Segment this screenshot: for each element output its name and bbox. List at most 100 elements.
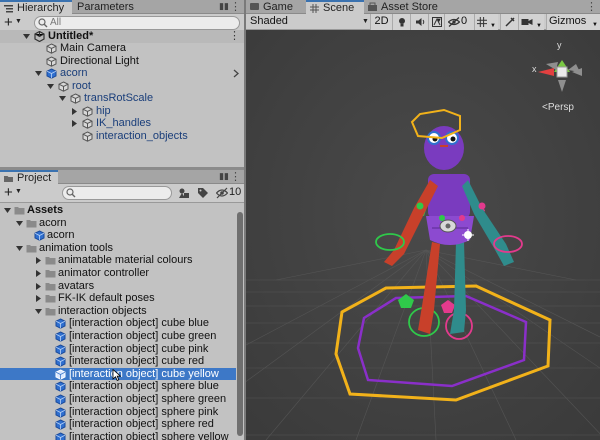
folder-icon bbox=[45, 257, 56, 265]
grid-toggle-button[interactable]: ▼ bbox=[474, 14, 498, 30]
expand-arrow-icon[interactable] bbox=[15, 219, 24, 228]
project-scrollbar[interactable] bbox=[236, 204, 244, 440]
collapse-arrow-icon[interactable] bbox=[34, 294, 43, 303]
project-row-prefab[interactable]: [interaction object] sphere red bbox=[0, 418, 236, 431]
collapse-arrow-icon[interactable] bbox=[70, 107, 79, 116]
hidden-objects-button[interactable]: 0 bbox=[444, 14, 474, 30]
gizmo-center-cube[interactable] bbox=[556, 66, 568, 78]
collapse-arrow-icon[interactable] bbox=[70, 119, 79, 128]
gizmos-label: Gizmos bbox=[549, 15, 587, 27]
project-row-prefab[interactable]: [interaction object] cube pink bbox=[0, 343, 236, 356]
project-item-label: [interaction object] cube blue bbox=[69, 317, 210, 330]
scene-menu-icon[interactable]: ⋮ bbox=[229, 30, 240, 43]
expand-arrow-icon[interactable] bbox=[34, 307, 43, 316]
hierarchy-row-hip[interactable]: hip bbox=[0, 105, 244, 118]
project-row-avatars[interactable]: avatars bbox=[0, 280, 236, 293]
project-row-fk-ik-default-poses[interactable]: FK-IK default poses bbox=[0, 292, 236, 305]
menu-icon[interactable]: ⋮ bbox=[586, 0, 597, 13]
more-icon[interactable]: ▮▮ bbox=[219, 171, 229, 182]
wrench-icon bbox=[504, 17, 515, 27]
y-axis-label: y bbox=[557, 40, 562, 50]
tab-hierarchy[interactable]: Hierarchy bbox=[0, 0, 72, 14]
shading-mode-dropdown[interactable]: Shaded bbox=[250, 14, 288, 30]
menu-icon[interactable]: ⋮ bbox=[230, 0, 241, 13]
project-row-animation-tools[interactable]: animation tools bbox=[0, 242, 236, 255]
project-row-prefab[interactable]: [interaction object] cube red bbox=[0, 355, 236, 368]
effects-dropdown-arrow-icon[interactable]: ▼ bbox=[436, 18, 442, 24]
project-row-prefab-selected[interactable]: [interaction object] cube yellow bbox=[0, 367, 236, 381]
project-row-assets[interactable]: Assets bbox=[0, 204, 236, 217]
gameobject-cube-icon bbox=[46, 43, 57, 54]
right-pupil bbox=[450, 136, 456, 142]
tab-project[interactable]: Project bbox=[0, 170, 58, 184]
project-item-label: Assets bbox=[27, 204, 64, 216]
2d-toggle-button[interactable]: 2D bbox=[370, 14, 392, 30]
chevron-right-icon[interactable] bbox=[232, 69, 240, 78]
add-dropdown-icon[interactable]: ▼ bbox=[15, 188, 22, 195]
hierarchy-row-transrotscale[interactable]: transRotScale bbox=[0, 92, 244, 105]
camera-button[interactable]: ▼ bbox=[518, 14, 544, 30]
scrollbar-thumb[interactable] bbox=[237, 212, 243, 436]
tab-parameters[interactable]: Parameters bbox=[72, 0, 144, 14]
camera-icon bbox=[521, 19, 533, 25]
project-item-label: avatars bbox=[58, 279, 95, 292]
collapse-arrow-icon[interactable] bbox=[34, 269, 43, 278]
add-dropdown-icon[interactable]: ▼ bbox=[15, 18, 22, 25]
project-row-animatable-material-colours[interactable]: animatable material colours bbox=[0, 254, 236, 267]
scene-view[interactable]: y x <Persp bbox=[246, 30, 600, 440]
hierarchy-row-main-camera[interactable]: Main Camera bbox=[0, 42, 244, 55]
folder-icon bbox=[4, 176, 13, 182]
project-row-prefab[interactable]: [interaction object] cube blue bbox=[0, 317, 236, 330]
tab-asset-store[interactable]: Asset Store bbox=[364, 0, 444, 14]
project-item-label: acorn bbox=[47, 229, 75, 242]
project-row-prefab[interactable]: [interaction object] sphere blue bbox=[0, 380, 236, 393]
expand-arrow-icon[interactable] bbox=[34, 69, 43, 78]
hierarchy-search-input[interactable]: All bbox=[34, 16, 240, 30]
hierarchy-row-directional-light[interactable]: Directional Light bbox=[0, 55, 244, 68]
add-button[interactable]: + bbox=[4, 14, 13, 31]
project-row-interaction-objects[interactable]: interaction objects bbox=[0, 305, 236, 318]
expand-arrow-icon[interactable] bbox=[58, 94, 67, 103]
tab-game[interactable]: Game bbox=[246, 0, 306, 14]
expand-arrow-icon[interactable] bbox=[3, 206, 12, 215]
torso[interactable] bbox=[428, 174, 470, 218]
hidden-eye-icon[interactable] bbox=[216, 187, 228, 199]
hierarchy-row-acorn[interactable]: acorn bbox=[0, 67, 244, 80]
hierarchy-row-root[interactable]: root bbox=[0, 80, 244, 93]
expand-arrow-icon[interactable] bbox=[46, 82, 55, 91]
project-row-acorn-folder[interactable]: acorn bbox=[0, 217, 236, 230]
tab-scene[interactable]: Scene bbox=[306, 0, 364, 14]
tools-button[interactable] bbox=[500, 14, 518, 30]
expand-arrow-icon[interactable] bbox=[15, 244, 24, 253]
gameobject-cube-icon bbox=[82, 105, 93, 117]
collapse-arrow-icon[interactable] bbox=[34, 256, 43, 265]
expand-arrow-icon[interactable] bbox=[22, 32, 31, 41]
project-add-button[interactable]: + bbox=[4, 184, 13, 201]
shading-dropdown-arrow-icon[interactable]: ▼ bbox=[362, 18, 369, 25]
project-row-prefab[interactable]: [interaction object] sphere green bbox=[0, 393, 236, 406]
project-item-label: [interaction object] sphere pink bbox=[69, 405, 219, 418]
search-by-type-icon[interactable] bbox=[178, 187, 190, 199]
gizmos-dropdown[interactable]: Gizmos ▼ bbox=[546, 14, 600, 30]
hierarchy-item-label: root bbox=[72, 79, 91, 92]
more-icon[interactable]: ▮▮ bbox=[219, 1, 229, 12]
project-row-acorn-prefab[interactable]: acorn bbox=[0, 229, 236, 242]
project-tree: Assets acorn acorn animation tools anima… bbox=[0, 204, 236, 440]
gameobject-cube-icon bbox=[58, 80, 69, 92]
collapse-arrow-icon[interactable] bbox=[34, 282, 43, 291]
project-row-prefab[interactable]: [interaction object] cube green bbox=[0, 330, 236, 343]
lighting-toggle-button[interactable] bbox=[392, 14, 410, 30]
menu-icon[interactable]: ⋮ bbox=[230, 170, 241, 183]
hierarchy-row-interaction-objects[interactable]: interaction_objects bbox=[0, 130, 244, 143]
scene-canvas[interactable]: y x <Persp bbox=[246, 30, 600, 440]
project-row-animator-controller[interactable]: animator controller bbox=[0, 267, 236, 280]
label-tag-icon[interactable] bbox=[197, 187, 209, 199]
hierarchy-tree: Untitled* ⋮ Main Camera Directional Ligh… bbox=[0, 30, 244, 166]
hierarchy-row-scene[interactable]: Untitled* ⋮ bbox=[0, 30, 244, 43]
hierarchy-row-ik-handles[interactable]: IK_handles bbox=[0, 117, 244, 130]
audio-toggle-button[interactable] bbox=[410, 14, 428, 30]
projection-label[interactable]: <Persp bbox=[542, 102, 574, 113]
project-row-prefab[interactable]: [interaction object] sphere pink bbox=[0, 406, 236, 419]
project-search-input[interactable] bbox=[62, 186, 172, 200]
project-row-prefab[interactable]: [interaction object] sphere yellow bbox=[0, 431, 236, 440]
